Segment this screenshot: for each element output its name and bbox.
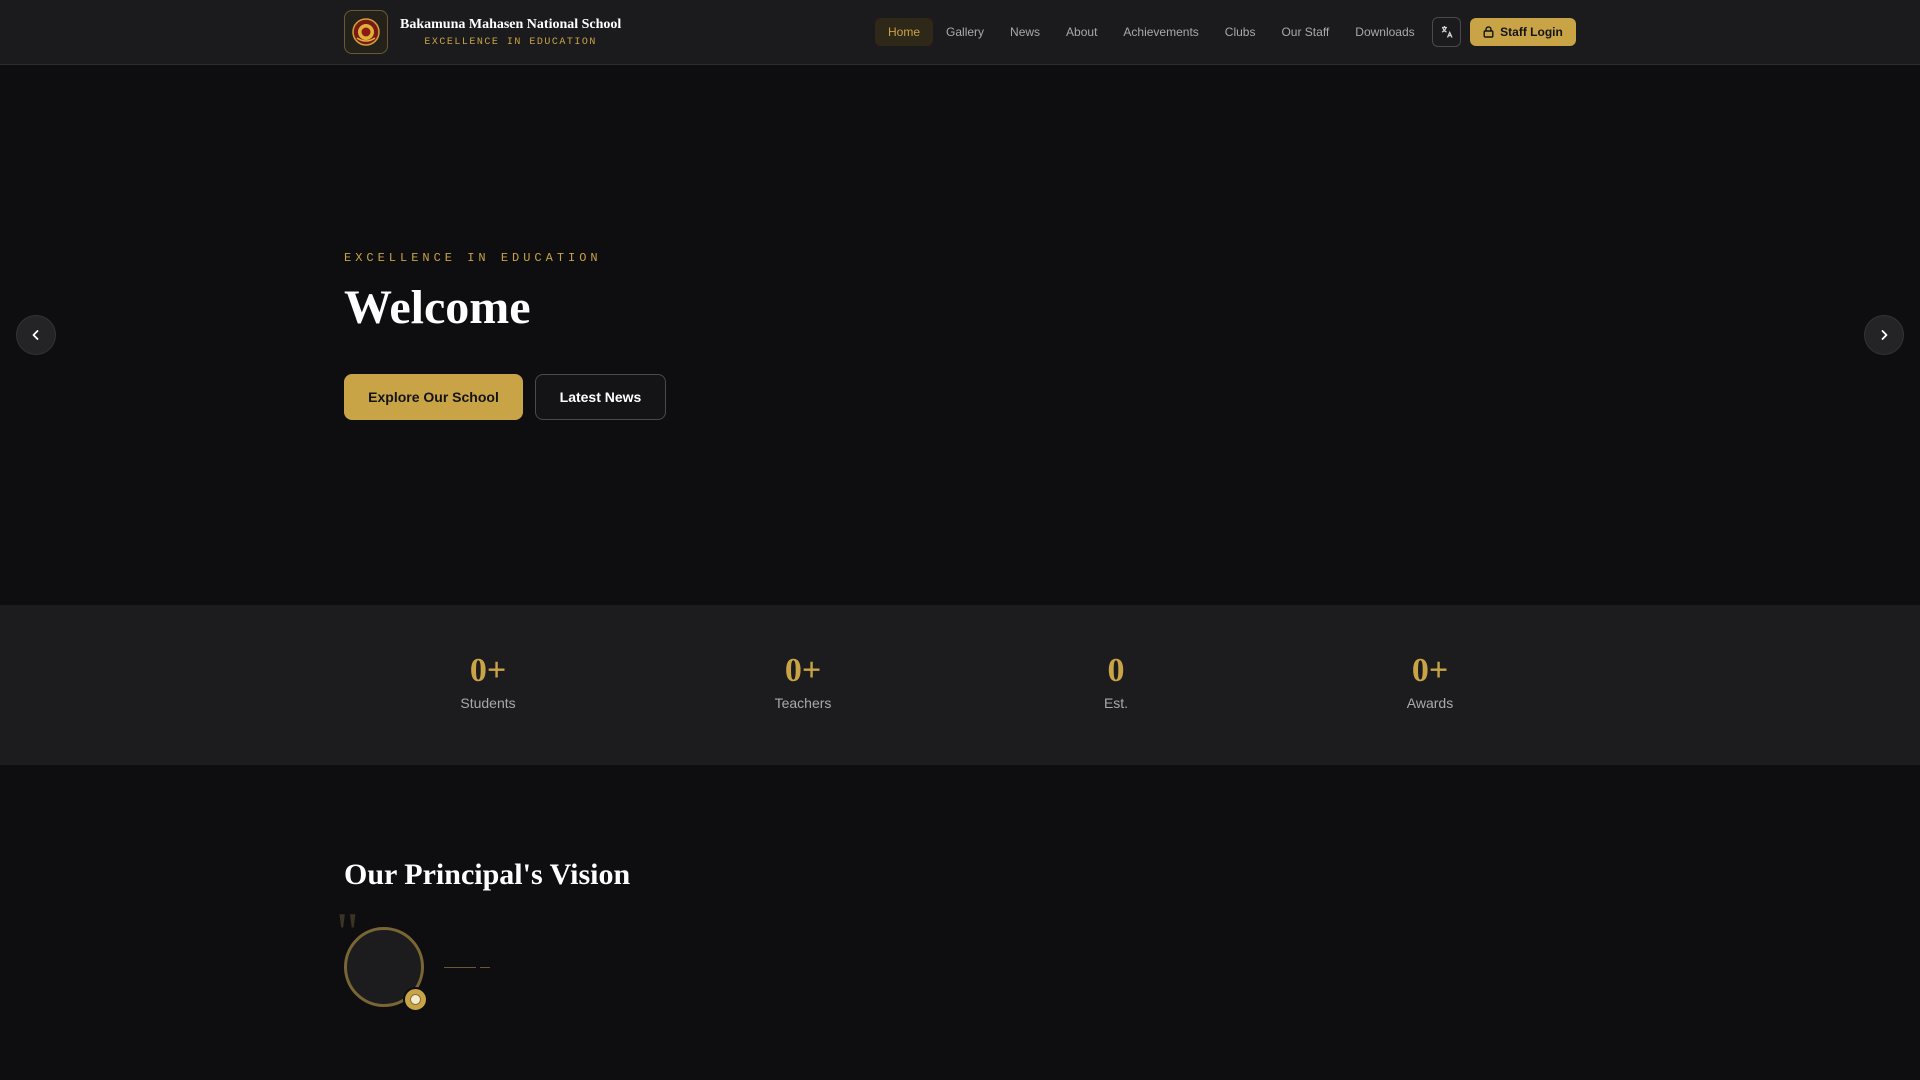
stat-label: Est. bbox=[1103, 695, 1129, 711]
school-crest-logo bbox=[344, 10, 388, 54]
stat-label: Teachers bbox=[774, 695, 832, 711]
staff-login-button[interactable]: Staff Login bbox=[1470, 18, 1576, 46]
stat-value: 0 bbox=[1107, 652, 1125, 689]
nav-item-about[interactable]: About bbox=[1053, 18, 1110, 46]
nav-item-news[interactable]: News bbox=[997, 18, 1053, 46]
stats-band: 0+ Students 0+ Teachers 0 Est. 0+ Awards bbox=[0, 605, 1920, 765]
stat-teachers: 0+ Teachers bbox=[703, 651, 903, 711]
translate-icon bbox=[1441, 26, 1453, 38]
slider-next-button[interactable] bbox=[1864, 315, 1904, 355]
nav-item-gallery[interactable]: Gallery bbox=[933, 18, 997, 46]
stat-label: Students bbox=[460, 695, 516, 711]
stat-awards: 0+ Awards bbox=[1330, 651, 1530, 711]
nav-item-downloads[interactable]: Downloads bbox=[1342, 18, 1427, 46]
nav-item-home[interactable]: Home bbox=[875, 18, 934, 46]
staff-login-label: Staff Login bbox=[1500, 25, 1563, 39]
lock-icon bbox=[1483, 26, 1494, 38]
stat-label: Awards bbox=[1406, 695, 1454, 711]
latest-news-button[interactable]: Latest News bbox=[535, 374, 666, 420]
chevron-right-icon bbox=[1881, 330, 1888, 340]
chevron-left-icon bbox=[32, 330, 39, 340]
school-name: Bakamuna Mahasen National School bbox=[400, 16, 622, 32]
stat-value: 0+ bbox=[469, 652, 507, 689]
main-nav: Home Gallery News About Achievements Clu… bbox=[875, 18, 1428, 46]
slider-prev-button[interactable] bbox=[16, 315, 56, 355]
section-title: Our Principal's Vision bbox=[344, 858, 631, 891]
hero-eyebrow: EXCELLENCE IN EDUCATION bbox=[344, 251, 602, 265]
stat-students: 0+ Students bbox=[388, 651, 588, 711]
nav-item-achievements[interactable]: Achievements bbox=[1110, 18, 1211, 46]
hero-title: Welcome bbox=[344, 281, 531, 334]
nav-item-our-staff[interactable]: Our Staff bbox=[1268, 18, 1342, 46]
principal-badge-icon bbox=[403, 987, 428, 1012]
school-tagline: EXCELLENCE IN EDUCATION bbox=[424, 36, 597, 48]
stat-value: 0+ bbox=[784, 652, 822, 689]
site-header: Bakamuna Mahasen National School EXCELLE… bbox=[0, 0, 1920, 65]
nav-item-clubs[interactable]: Clubs bbox=[1212, 18, 1269, 46]
principal-name-placeholder bbox=[444, 967, 490, 968]
stat-established: 0 Est. bbox=[1016, 651, 1216, 711]
hero-slider: EXCELLENCE IN EDUCATION Welcome Explore … bbox=[0, 65, 1920, 605]
principal-section: Our Principal's Vision " bbox=[0, 765, 1920, 1080]
language-toggle-button[interactable] bbox=[1432, 17, 1461, 47]
stat-value: 0+ bbox=[1411, 652, 1449, 689]
explore-school-button[interactable]: Explore Our School bbox=[344, 374, 523, 420]
brand[interactable]: Bakamuna Mahasen National School EXCELLE… bbox=[344, 10, 621, 54]
